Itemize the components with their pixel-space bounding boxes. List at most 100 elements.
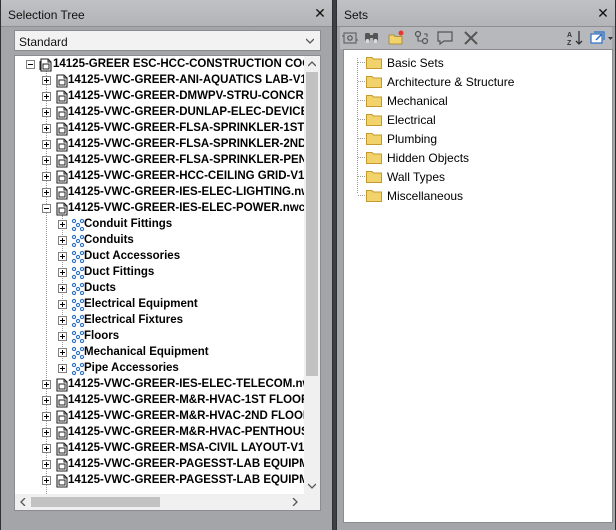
tree-row[interactable]: 14125-VWC-GREER-DMWPV-STRU-CONCRETE [15,89,305,105]
sets-title-bar[interactable]: Sets ✕ [337,0,615,27]
tree-row[interactable]: 14125-VWC-GREER-PAGESST-LAB EQUIPMENT [15,473,305,489]
set-folder-item[interactable]: Mechanical [344,91,604,109]
collapse-toggle-icon[interactable] [26,60,35,69]
model-file-icon [56,458,68,472]
category-icon [71,282,85,296]
tree-row[interactable]: 14125-VWC-GREER-ANI-AQUATICS LAB-V1 [15,73,305,89]
set-folder-item[interactable]: Miscellaneous [344,186,604,204]
tree-row-label: Floors [84,330,120,342]
expand-toggle-icon[interactable] [42,460,51,469]
expand-toggle-icon[interactable] [58,252,67,261]
category-icon [71,266,85,280]
expand-toggle-icon[interactable] [42,92,51,101]
set-folder-item[interactable]: Electrical [344,110,604,128]
set-folder-item[interactable]: Wall Types [344,167,604,185]
tree-row[interactable]: 14125-VWC-GREER-FLSA-SPRINKLER-2ND FLOOR [15,137,305,153]
import-export-icon[interactable] [588,29,614,47]
tree-row[interactable]: 14125-VWC-GREER-FLSA-SPRINKLER-PENTHOUSE [15,153,305,169]
set-folder-item[interactable]: Hidden Objects [344,148,604,166]
expand-toggle-icon[interactable] [42,156,51,165]
save-search-icon[interactable] [363,29,381,47]
tree-row[interactable]: 14125-VWC-GREER-IES-ELEC-LIGHTING.nwc [15,185,305,201]
expand-toggle-icon[interactable] [58,364,67,373]
sets-title: Sets [344,8,369,22]
expand-toggle-icon[interactable] [42,140,51,149]
expand-toggle-icon[interactable] [58,236,67,245]
tree-row[interactable]: 14125-VWC-GREER-M&R-HVAC-1ST FLOOR [15,393,305,409]
expand-toggle-icon[interactable] [42,76,51,85]
scroll-up-icon[interactable] [308,60,316,68]
selection-tree[interactable]: 14125-GREER ESC-HCC-CONSTRUCTION COORDIN… [14,55,321,511]
scroll-left-icon[interactable] [19,498,27,506]
model-file-icon [56,442,68,456]
tree-row[interactable]: Mechanical Equipment [15,345,305,361]
expand-toggle-icon[interactable] [42,412,51,421]
tree-row[interactable]: 14125-VWC-GREER-HCC-CEILING GRID-V16 [15,169,305,185]
expand-toggle-icon[interactable] [42,124,51,133]
expand-toggle-icon[interactable] [58,268,67,277]
model-file-icon [56,410,68,424]
expand-toggle-icon[interactable] [58,220,67,229]
selection-tree-mode-dropdown[interactable]: Standard [14,30,321,51]
expand-toggle-icon[interactable] [58,316,67,325]
selection-tree-title-bar[interactable]: Selection Tree ✕ [1,0,332,27]
expand-toggle-icon[interactable] [42,172,51,181]
tree-row[interactable]: Conduit Fittings [15,217,305,233]
sets-connector-branch [358,62,365,63]
expand-toggle-icon[interactable] [42,476,51,485]
model-file-icon [56,106,68,120]
add-comment-icon[interactable] [436,29,454,47]
horizontal-scrollbar[interactable] [15,494,305,510]
set-folder-label: Basic Sets [387,56,444,70]
collapse-toggle-icon[interactable] [42,204,51,213]
set-folder-label: Mechanical [387,94,448,108]
expand-toggle-icon[interactable] [58,332,67,341]
tree-row-label: 14125-VWC-GREER-IES-ELEC-TELECOM.nwc [68,378,305,390]
tree-row[interactable]: Duct Accessories [15,249,305,265]
scroll-right-icon[interactable] [291,498,299,506]
tree-row[interactable]: Pipe Accessories [15,361,305,377]
expand-toggle-icon[interactable] [42,188,51,197]
expand-toggle-icon[interactable] [58,300,67,309]
tree-row[interactable]: 14125-VWC-GREER-IES-ELEC-POWER.nwc [15,201,305,217]
sets-close-icon[interactable]: ✕ [596,6,610,20]
tree-row[interactable]: Floors [15,329,305,345]
tree-row[interactable]: Duct Fittings [15,265,305,281]
sort-icon[interactable]: A Z [566,29,584,47]
selection-tree-close-icon[interactable]: ✕ [313,6,327,20]
set-folder-item[interactable]: Plumbing [344,129,604,147]
sets-list[interactable]: Basic Sets Architecture & Structure Mechan… [343,49,613,523]
expand-toggle-icon[interactable] [42,444,51,453]
tree-row[interactable]: 14125-VWC-GREER-IES-ELEC-TELECOM.nwc [15,377,305,393]
tree-row[interactable]: 14125-VWC-GREER-FLSA-SPRINKLER-1ST FLOOR [15,121,305,137]
expand-toggle-icon[interactable] [42,428,51,437]
set-folder-item[interactable]: Basic Sets [344,53,604,71]
tree-row[interactable]: 14125-VWC-GREER-MSA-CIVIL LAYOUT-V1 [15,441,305,457]
tree-row[interactable]: 14125-VWC-GREER-M&R-HVAC-PENTHOUSE [15,425,305,441]
duplicate-icon[interactable] [413,29,431,47]
expand-toggle-icon[interactable] [42,396,51,405]
tree-row[interactable]: 14125-VWC-GREER-M&R-HVAC-2ND FLOOR [15,409,305,425]
tree-row[interactable]: Ducts [15,281,305,297]
model-file-icon [56,474,68,488]
tree-row[interactable]: 14125-VWC-GREER-DUNLAP-ELEC-DEVICES [15,105,305,121]
scroll-down-icon[interactable] [308,482,316,490]
expand-toggle-icon[interactable] [42,108,51,117]
expand-toggle-icon[interactable] [42,380,51,389]
tree-row[interactable]: Electrical Equipment [15,297,305,313]
tree-row-label: 14125-VWC-GREER-M&R-HVAC-2ND FLOOR [68,410,305,422]
tree-row[interactable]: 14125-GREER ESC-HCC-CONSTRUCTION COORDIN… [15,57,305,73]
vertical-scroll-thumb[interactable] [306,72,318,376]
vertical-scrollbar[interactable] [304,56,320,494]
set-folder-item[interactable]: Architecture & Structure [344,72,604,90]
delete-icon[interactable] [462,29,480,47]
svg-text:A: A [567,32,572,39]
tree-row[interactable]: Conduits [15,233,305,249]
expand-toggle-icon[interactable] [58,284,67,293]
tree-row[interactable]: Electrical Fixtures [15,313,305,329]
expand-toggle-icon[interactable] [58,348,67,357]
new-folder-icon[interactable] [387,29,405,47]
save-selection-icon[interactable] [341,29,359,47]
tree-row[interactable]: 14125-VWC-GREER-PAGESST-LAB EQUIPMENT [15,457,305,473]
horizontal-scroll-thumb[interactable] [31,497,160,507]
